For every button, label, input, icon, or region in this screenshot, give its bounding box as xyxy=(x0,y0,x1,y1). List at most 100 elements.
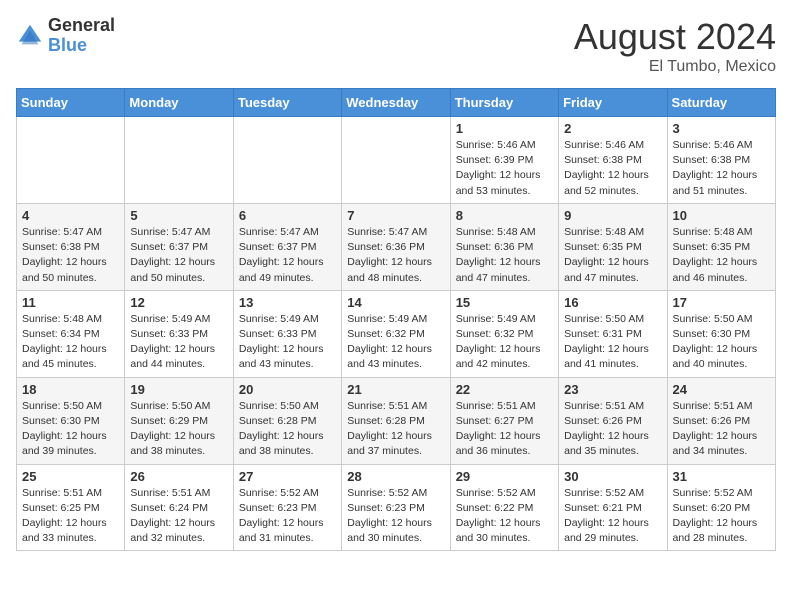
day-number: 26 xyxy=(130,469,227,484)
week-row-2: 4 Sunrise: 5:47 AM Sunset: 6:38 PM Daylig… xyxy=(17,203,776,290)
calendar-cell: 1 Sunrise: 5:46 AM Sunset: 6:39 PM Daylig… xyxy=(450,117,558,204)
week-row-5: 25 Sunrise: 5:51 AM Sunset: 6:25 PM Dayli… xyxy=(17,464,776,551)
day-number: 17 xyxy=(673,295,770,310)
day-number: 18 xyxy=(22,382,119,397)
day-number: 4 xyxy=(22,208,119,223)
week-row-1: 1 Sunrise: 5:46 AM Sunset: 6:39 PM Daylig… xyxy=(17,117,776,204)
day-number: 8 xyxy=(456,208,553,223)
day-number: 10 xyxy=(673,208,770,223)
day-number: 11 xyxy=(22,295,119,310)
day-info: Sunrise: 5:50 AM Sunset: 6:30 PM Dayligh… xyxy=(673,312,770,373)
calendar-cell: 25 Sunrise: 5:51 AM Sunset: 6:25 PM Dayli… xyxy=(17,464,125,551)
weekday-header-tuesday: Tuesday xyxy=(233,89,341,117)
day-number: 14 xyxy=(347,295,444,310)
day-info: Sunrise: 5:50 AM Sunset: 6:30 PM Dayligh… xyxy=(22,399,119,460)
day-number: 2 xyxy=(564,121,661,136)
day-info: Sunrise: 5:51 AM Sunset: 6:27 PM Dayligh… xyxy=(456,399,553,460)
day-info: Sunrise: 5:49 AM Sunset: 6:32 PM Dayligh… xyxy=(456,312,553,373)
day-number: 28 xyxy=(347,469,444,484)
day-info: Sunrise: 5:49 AM Sunset: 6:33 PM Dayligh… xyxy=(239,312,336,373)
day-number: 25 xyxy=(22,469,119,484)
calendar-cell: 7Sunrise: 5:47 AM Sunset: 6:36 PM Daylig… xyxy=(342,203,450,290)
day-info: Sunrise: 5:52 AM Sunset: 6:23 PM Dayligh… xyxy=(239,486,336,547)
calendar-cell: 29 Sunrise: 5:52 AM Sunset: 6:22 PM Dayli… xyxy=(450,464,558,551)
calendar-cell: 24Sunrise: 5:51 AM Sunset: 6:26 PM Dayli… xyxy=(667,377,775,464)
day-info: Sunrise: 5:48 AM Sunset: 6:34 PM Dayligh… xyxy=(22,312,119,373)
day-number: 21 xyxy=(347,382,444,397)
calendar-cell: 11 Sunrise: 5:48 AM Sunset: 6:34 PM Dayli… xyxy=(17,290,125,377)
calendar-table: SundayMondayTuesdayWednesdayThursdayFrid… xyxy=(16,88,776,551)
calendar-cell: 22 Sunrise: 5:51 AM Sunset: 6:27 PM Dayli… xyxy=(450,377,558,464)
calendar-cell: 8 Sunrise: 5:48 AM Sunset: 6:36 PM Daylig… xyxy=(450,203,558,290)
calendar-cell: 17 Sunrise: 5:50 AM Sunset: 6:30 PM Dayli… xyxy=(667,290,775,377)
day-info: Sunrise: 5:50 AM Sunset: 6:28 PM Dayligh… xyxy=(239,399,336,460)
day-info: Sunrise: 5:52 AM Sunset: 6:21 PM Dayligh… xyxy=(564,486,661,547)
day-info: Sunrise: 5:48 AM Sunset: 6:36 PM Dayligh… xyxy=(456,225,553,286)
day-info: Sunrise: 5:51 AM Sunset: 6:26 PM Dayligh… xyxy=(564,399,661,460)
day-info: Sunrise: 5:51 AM Sunset: 6:25 PM Dayligh… xyxy=(22,486,119,547)
title-block: August 2024 El Tumbo, Mexico xyxy=(574,16,776,76)
day-number: 29 xyxy=(456,469,553,484)
calendar-cell: 2 Sunrise: 5:46 AM Sunset: 6:38 PM Daylig… xyxy=(559,117,667,204)
page-header: General Blue August 2024 El Tumbo, Mexic… xyxy=(16,16,776,76)
calendar-cell: 28 Sunrise: 5:52 AM Sunset: 6:23 PM Dayli… xyxy=(342,464,450,551)
calendar-cell: 31Sunrise: 5:52 AM Sunset: 6:20 PM Dayli… xyxy=(667,464,775,551)
day-number: 13 xyxy=(239,295,336,310)
day-info: Sunrise: 5:51 AM Sunset: 6:26 PM Dayligh… xyxy=(673,399,770,460)
day-info: Sunrise: 5:50 AM Sunset: 6:29 PM Dayligh… xyxy=(130,399,227,460)
day-info: Sunrise: 5:46 AM Sunset: 6:38 PM Dayligh… xyxy=(673,138,770,199)
day-number: 20 xyxy=(239,382,336,397)
calendar-cell: 16 Sunrise: 5:50 AM Sunset: 6:31 PM Dayli… xyxy=(559,290,667,377)
calendar-cell: 14Sunrise: 5:49 AM Sunset: 6:32 PM Dayli… xyxy=(342,290,450,377)
day-info: Sunrise: 5:48 AM Sunset: 6:35 PM Dayligh… xyxy=(564,225,661,286)
calendar-cell: 20 Sunrise: 5:50 AM Sunset: 6:28 PM Dayli… xyxy=(233,377,341,464)
logo-line2: Blue xyxy=(48,36,115,56)
day-info: Sunrise: 5:52 AM Sunset: 6:23 PM Dayligh… xyxy=(347,486,444,547)
calendar-cell: 10Sunrise: 5:48 AM Sunset: 6:35 PM Dayli… xyxy=(667,203,775,290)
day-number: 5 xyxy=(130,208,227,223)
weekday-header-row: SundayMondayTuesdayWednesdayThursdayFrid… xyxy=(17,89,776,117)
day-number: 16 xyxy=(564,295,661,310)
day-info: Sunrise: 5:47 AM Sunset: 6:37 PM Dayligh… xyxy=(239,225,336,286)
day-info: Sunrise: 5:52 AM Sunset: 6:22 PM Dayligh… xyxy=(456,486,553,547)
calendar-cell: 26 Sunrise: 5:51 AM Sunset: 6:24 PM Dayli… xyxy=(125,464,233,551)
calendar-cell xyxy=(125,117,233,204)
calendar-header: SundayMondayTuesdayWednesdayThursdayFrid… xyxy=(17,89,776,117)
day-info: Sunrise: 5:51 AM Sunset: 6:28 PM Dayligh… xyxy=(347,399,444,460)
day-info: Sunrise: 5:46 AM Sunset: 6:39 PM Dayligh… xyxy=(456,138,553,199)
day-number: 1 xyxy=(456,121,553,136)
week-row-3: 11 Sunrise: 5:48 AM Sunset: 6:34 PM Dayli… xyxy=(17,290,776,377)
day-number: 9 xyxy=(564,208,661,223)
weekday-header-friday: Friday xyxy=(559,89,667,117)
calendar-cell xyxy=(17,117,125,204)
day-info: Sunrise: 5:50 AM Sunset: 6:31 PM Dayligh… xyxy=(564,312,661,373)
calendar-cell: 4 Sunrise: 5:47 AM Sunset: 6:38 PM Daylig… xyxy=(17,203,125,290)
calendar-cell: 21 Sunrise: 5:51 AM Sunset: 6:28 PM Dayli… xyxy=(342,377,450,464)
day-info: Sunrise: 5:47 AM Sunset: 6:38 PM Dayligh… xyxy=(22,225,119,286)
day-info: Sunrise: 5:51 AM Sunset: 6:24 PM Dayligh… xyxy=(130,486,227,547)
day-number: 3 xyxy=(673,121,770,136)
calendar-cell: 6 Sunrise: 5:47 AM Sunset: 6:37 PM Daylig… xyxy=(233,203,341,290)
day-number: 23 xyxy=(564,382,661,397)
calendar-cell: 13 Sunrise: 5:49 AM Sunset: 6:33 PM Dayli… xyxy=(233,290,341,377)
day-info: Sunrise: 5:47 AM Sunset: 6:36 PM Dayligh… xyxy=(347,225,444,286)
location-subtitle: El Tumbo, Mexico xyxy=(574,58,776,76)
main-title: August 2024 xyxy=(574,16,776,58)
day-number: 19 xyxy=(130,382,227,397)
weekday-header-thursday: Thursday xyxy=(450,89,558,117)
day-number: 6 xyxy=(239,208,336,223)
day-number: 22 xyxy=(456,382,553,397)
calendar-cell: 19 Sunrise: 5:50 AM Sunset: 6:29 PM Dayli… xyxy=(125,377,233,464)
day-info: Sunrise: 5:46 AM Sunset: 6:38 PM Dayligh… xyxy=(564,138,661,199)
calendar-cell: 30Sunrise: 5:52 AM Sunset: 6:21 PM Dayli… xyxy=(559,464,667,551)
calendar-cell: 12Sunrise: 5:49 AM Sunset: 6:33 PM Dayli… xyxy=(125,290,233,377)
calendar-cell: 23 Sunrise: 5:51 AM Sunset: 6:26 PM Dayli… xyxy=(559,377,667,464)
logo: General Blue xyxy=(16,16,115,56)
weekday-header-sunday: Sunday xyxy=(17,89,125,117)
weekday-header-saturday: Saturday xyxy=(667,89,775,117)
day-info: Sunrise: 5:49 AM Sunset: 6:33 PM Dayligh… xyxy=(130,312,227,373)
day-number: 27 xyxy=(239,469,336,484)
day-info: Sunrise: 5:47 AM Sunset: 6:37 PM Dayligh… xyxy=(130,225,227,286)
calendar-cell: 3 Sunrise: 5:46 AM Sunset: 6:38 PM Daylig… xyxy=(667,117,775,204)
weekday-header-wednesday: Wednesday xyxy=(342,89,450,117)
